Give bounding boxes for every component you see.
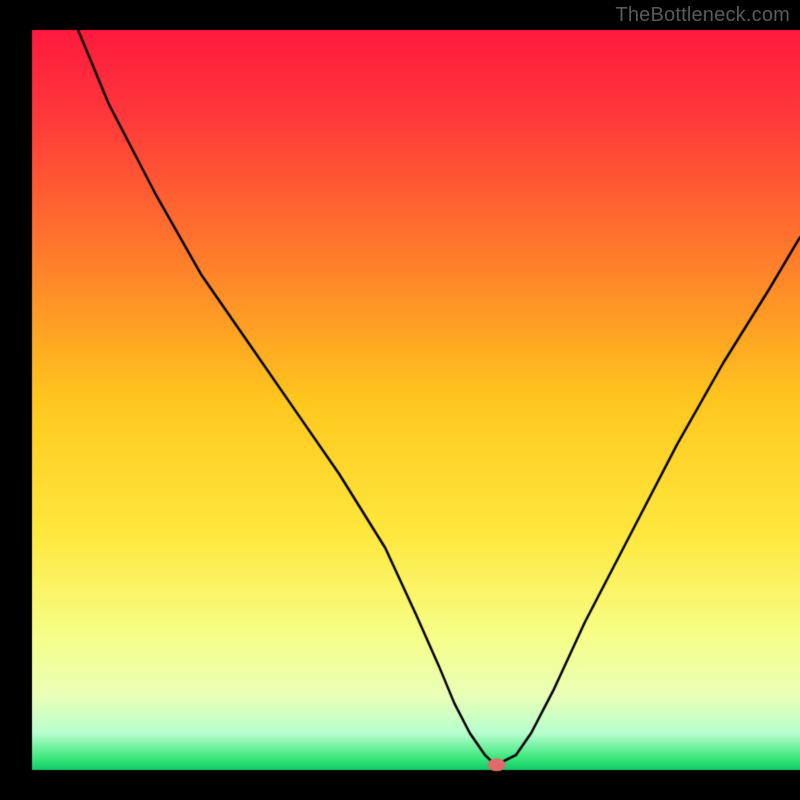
bottleneck-chart-canvas [0,0,800,800]
chart-frame: TheBottleneck.com [0,0,800,800]
watermark-label: TheBottleneck.com [615,4,790,27]
